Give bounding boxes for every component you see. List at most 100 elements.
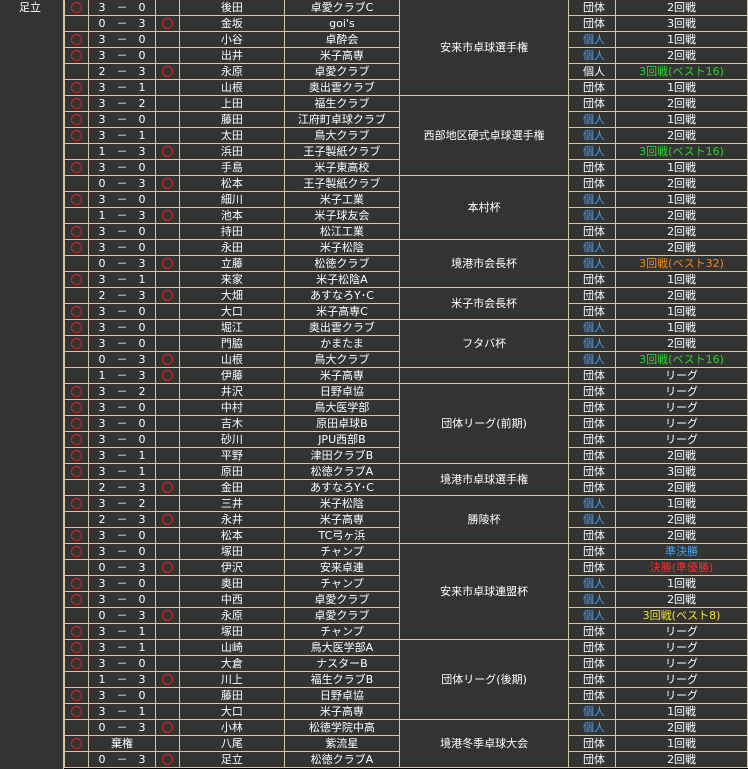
- opponent-team: 奥出雲クラブ: [283, 319, 401, 336]
- tournament-name: 境港市卓球選手権: [399, 463, 569, 496]
- round-result: 3回戦: [615, 463, 748, 480]
- round-result: 2回戦: [615, 287, 748, 304]
- win-circle-icon: [70, 402, 82, 413]
- match-type: 団体: [567, 527, 617, 544]
- win-mark-cell: [64, 735, 89, 752]
- score-cell: 3 － 2: [87, 383, 157, 400]
- match-type: 団体: [567, 463, 617, 480]
- loss-circle-icon: [162, 370, 174, 381]
- win-mark-cell: [64, 367, 89, 384]
- win-mark-cell: [64, 655, 89, 672]
- opponent-name: 細川: [179, 191, 285, 208]
- loss-mark-cell: [155, 271, 181, 288]
- opponent-name: 山根: [179, 351, 285, 368]
- loss-mark-cell: [155, 559, 181, 576]
- match-score: 3 － 0: [98, 192, 146, 206]
- opponent-name: 塚田: [179, 543, 285, 560]
- opponent-name: 来家: [179, 271, 285, 288]
- loss-mark-cell: [155, 447, 181, 464]
- loss-mark-cell: [155, 79, 181, 96]
- match-row: 3 － 2 井沢 日野卓協 団体リーグ(前期) 団体 リーグ: [64, 383, 748, 464]
- loss-circle-icon: [162, 610, 174, 621]
- loss-circle-icon: [162, 754, 174, 765]
- round-result: 2回戦: [615, 95, 748, 112]
- opponent-name: 平野: [179, 447, 285, 464]
- match-score: 3 － 2: [98, 384, 146, 398]
- opponent-team: 松徳クラブA: [283, 463, 401, 480]
- round-result: 1回戦: [615, 159, 748, 176]
- win-circle-icon: [70, 546, 82, 557]
- match-type: 個人: [567, 255, 617, 272]
- loss-circle-icon: [162, 354, 174, 365]
- match-row: 3 － 2 上田 福生クラブ 西部地区硬式卓球選手権 団体 2回戦: [64, 95, 748, 176]
- win-mark-cell: [64, 207, 89, 224]
- loss-mark-cell: [155, 335, 181, 352]
- opponent-name: 大畑: [179, 287, 285, 304]
- win-mark-cell: [64, 0, 89, 16]
- opponent-team: 福生クラブB: [283, 671, 401, 688]
- loss-mark-cell: [155, 703, 181, 720]
- opponent-name: 金田: [179, 479, 285, 496]
- win-mark-cell: [64, 143, 89, 160]
- opponent-team: 米子松陰: [283, 495, 401, 512]
- match-score: 3 － 1: [98, 624, 146, 638]
- opponent-name: 三井: [179, 495, 285, 512]
- loss-circle-icon: [162, 674, 174, 685]
- match-row: 3 － 1 原田 松徳クラブA 境港市卓球選手権 団体 3回戦: [64, 463, 748, 496]
- win-mark-cell: [64, 575, 89, 592]
- match-type: 団体: [567, 79, 617, 96]
- loss-circle-icon: [162, 562, 174, 573]
- match-score: 2 － 3: [98, 512, 146, 526]
- match-row: 3 － 0 後田 卓愛クラブC 安来市卓球選手権 団体 2回戦: [64, 0, 748, 96]
- loss-mark-cell: [155, 607, 181, 624]
- match-score: 3 － 0: [98, 688, 146, 702]
- opponent-name: 伊藤: [179, 367, 285, 384]
- match-type: 個人: [567, 495, 617, 512]
- score-cell: 3 － 0: [87, 47, 157, 64]
- match-row: 2 － 3 大畑 あすなろY･C 米子市会長杯 団体 2回戦: [64, 287, 748, 320]
- match-row: 0 － 3 松本 王子製紙クラブ 本村杯 団体 2回戦: [64, 175, 748, 240]
- round-result: 1回戦: [615, 495, 748, 512]
- match-type: 団体: [567, 175, 617, 192]
- opponent-team: 卓酔会: [283, 31, 401, 48]
- match-type: 個人: [567, 607, 617, 624]
- score-cell: 棄権: [87, 735, 157, 752]
- match-type: 個人: [567, 111, 617, 128]
- match-score: 2 － 3: [98, 288, 146, 302]
- loss-mark-cell: [155, 431, 181, 448]
- match-type: 個人: [567, 63, 617, 80]
- score-cell: 1 － 3: [87, 367, 157, 384]
- round-result: 2回戦: [615, 175, 748, 192]
- match-row: 3 － 2 三井 米子松陰 勝陵杯 個人 1回戦: [64, 495, 748, 544]
- win-circle-icon: [70, 466, 82, 477]
- opponent-name: 小谷: [179, 31, 285, 48]
- loss-mark-cell: [155, 63, 181, 80]
- win-mark-cell: [64, 351, 89, 368]
- match-score: 3 － 1: [98, 272, 146, 286]
- tournament-name: 境港市会長杯: [399, 239, 569, 288]
- loss-mark-cell: [155, 255, 181, 272]
- round-result: リーグ: [615, 415, 748, 432]
- match-score: 2 － 3: [98, 64, 146, 78]
- opponent-name: 大口: [179, 703, 285, 720]
- loss-mark-cell: [155, 47, 181, 64]
- win-circle-icon: [70, 450, 82, 461]
- win-circle-icon: [70, 130, 82, 141]
- loss-mark-cell: [155, 671, 181, 688]
- opponent-team: 鳥大クラブ: [283, 127, 401, 144]
- opponent-team: 江府町卓球クラブ: [283, 111, 401, 128]
- round-result: 2回戦: [615, 751, 748, 768]
- loss-mark-cell: [155, 367, 181, 384]
- match-type: 団体: [567, 687, 617, 704]
- win-circle-icon: [70, 434, 82, 445]
- score-cell: 2 － 3: [87, 287, 157, 304]
- tournament-name: 安来市卓球選手権: [399, 0, 569, 96]
- tournament-name: フタバ杯: [399, 319, 569, 368]
- win-circle-icon: [70, 498, 82, 509]
- opponent-name: 永田: [179, 239, 285, 256]
- opponent-team: ナスターB: [283, 655, 401, 672]
- win-mark-cell: [64, 431, 89, 448]
- opponent-name: 太田: [179, 127, 285, 144]
- match-score: 2 － 3: [98, 480, 146, 494]
- win-mark-cell: [64, 15, 89, 32]
